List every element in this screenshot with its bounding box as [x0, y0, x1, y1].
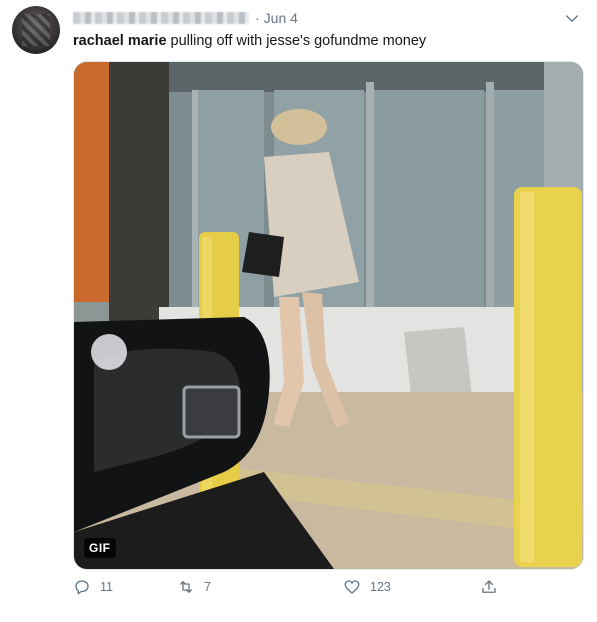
avatar[interactable] [12, 6, 60, 54]
tweet-header: · Jun 4 [73, 9, 298, 27]
retweet-button[interactable]: 7 [177, 578, 211, 596]
tweet-body: pulling off with jesse's gofundme money [170, 33, 427, 49]
chevron-down-icon[interactable] [563, 10, 581, 28]
like-count: 123 [370, 580, 391, 594]
tweet-text: rachael marie pulling off with jesse's g… [73, 33, 426, 49]
retweet-count: 7 [204, 580, 211, 594]
reply-button[interactable]: 11 [73, 578, 113, 596]
tweet-actions: 11 7 123 [73, 578, 513, 602]
share-button[interactable] [480, 578, 507, 596]
retweet-icon [180, 581, 192, 593]
obscured-username[interactable] [73, 12, 249, 24]
gif-frame [74, 62, 583, 569]
gif-media[interactable] [73, 61, 584, 570]
gif-badge: GIF [84, 538, 116, 558]
like-button[interactable]: 123 [343, 578, 391, 596]
share-icon [482, 580, 496, 593]
reply-count: 11 [100, 580, 113, 594]
tweet-author-label: rachael marie [73, 33, 167, 49]
like-icon [344, 580, 360, 594]
date-separator: · [255, 10, 260, 26]
reply-icon [75, 580, 89, 595]
tweet-date[interactable]: Jun 4 [264, 10, 298, 26]
